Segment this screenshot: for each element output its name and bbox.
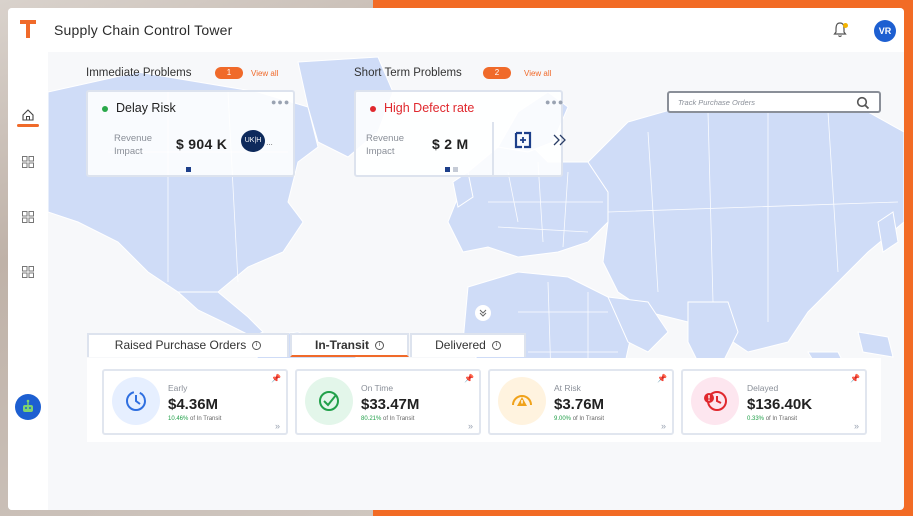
bot-icon <box>23 399 33 412</box>
more-chevron-icon[interactable]: » <box>854 421 859 431</box>
home-icon[interactable] <box>21 108 35 122</box>
kpi-subtext: 0.33% of In Transit <box>747 416 798 422</box>
card-divider <box>492 122 494 176</box>
kpi-icon-circle <box>305 377 353 425</box>
kpi-label: On Time <box>361 383 394 393</box>
app-title: Supply Chain Control Tower <box>54 22 233 38</box>
notification-dot <box>843 23 848 28</box>
kpi-card-at-risk[interactable]: At Risk $3.76M 9.00% of In Transit 📌 » <box>488 369 674 435</box>
tab-delivered[interactable]: Delivered i <box>410 333 526 357</box>
info-icon[interactable]: i <box>252 341 262 351</box>
more-chevron-icon[interactable]: » <box>661 421 666 431</box>
nav-active-indicator <box>17 124 39 127</box>
kpi-card-delayed[interactable]: Delayed $136.40K 0.33% of In Transit 📌 » <box>681 369 867 435</box>
clock-icon <box>126 391 146 411</box>
kpi-value: $136.40K <box>747 396 813 413</box>
assistant-bot-button[interactable] <box>15 394 41 420</box>
pin-icon[interactable]: 📌 <box>464 374 474 383</box>
pin-icon[interactable]: 📌 <box>657 374 667 383</box>
kpi-value: $4.36M <box>168 396 219 413</box>
pager-dot-active[interactable] <box>186 167 191 172</box>
ellipsis-text: … <box>266 140 273 147</box>
double-chevron-right-icon[interactable] <box>552 134 568 146</box>
pin-icon[interactable]: 📌 <box>271 374 281 383</box>
grid-icon[interactable] <box>21 155 35 169</box>
collapse-toggle[interactable] <box>475 305 491 321</box>
kpi-value: $33.47M <box>361 396 420 413</box>
more-chevron-icon[interactable]: » <box>275 421 280 431</box>
card-menu-icon[interactable]: ●●● <box>271 97 290 107</box>
info-icon[interactable]: i <box>491 341 501 351</box>
immediate-problems-title: Immediate Problems <box>86 67 192 79</box>
kpi-label: Early <box>168 383 188 393</box>
status-dot <box>370 106 376 112</box>
top-bar: Supply Chain Control Tower VR <box>8 8 904 52</box>
tab-raised-purchase-orders[interactable]: Raised Purchase Orders i <box>87 333 289 357</box>
kpi-subtext: 9.00% of In Transit <box>554 416 605 422</box>
pager-dot-active[interactable] <box>445 167 450 172</box>
revenue-amount: $ 904 K <box>176 136 228 152</box>
supplier-logo: UK|H <box>241 130 265 152</box>
immediate-count-badge: 1 <box>215 67 243 79</box>
supplier-logo-icon <box>514 131 532 149</box>
app-logo-icon[interactable] <box>20 18 36 40</box>
alert-clock-icon <box>704 391 727 411</box>
high-defect-rate-card[interactable]: High Defect rate ●●● Revenue Impact $ 2 M <box>354 90 566 177</box>
immediate-view-all-link[interactable]: View all <box>251 69 278 78</box>
kpi-label: At Risk <box>554 383 581 393</box>
kpi-card-on-time[interactable]: On Time $33.47M 80.21% of In Transit 📌 » <box>295 369 481 435</box>
info-icon[interactable]: i <box>375 341 384 351</box>
tab-in-transit[interactable]: In-Transit i <box>290 333 409 357</box>
search-icon[interactable] <box>856 96 870 110</box>
short-term-problems-title: Short Term Problems <box>354 67 462 79</box>
card-title: Delay Risk <box>116 101 176 115</box>
search-input[interactable]: Track Purchase Orders <box>678 98 755 107</box>
delay-risk-card[interactable]: Delay Risk ●●● Revenue Impact $ 904 K UK|… <box>86 90 295 177</box>
revenue-impact-label: Revenue Impact <box>114 133 153 157</box>
kpi-icon-circle <box>691 377 739 425</box>
kpi-card-early[interactable]: Early $4.36M 10.46% of In Transit 📌 » <box>102 369 288 435</box>
app-window: Supply Chain Control Tower VR Immediate … <box>8 8 904 510</box>
more-chevron-icon[interactable]: » <box>468 421 473 431</box>
revenue-impact-label: Revenue Impact <box>366 133 405 157</box>
short-term-count-badge: 2 <box>483 67 511 79</box>
pager-dot[interactable] <box>453 167 458 172</box>
sidebar <box>8 52 48 510</box>
status-dot <box>102 106 108 112</box>
card-menu-icon[interactable]: ●●● <box>545 97 564 107</box>
grid-icon[interactable] <box>21 265 35 279</box>
revenue-amount: $ 2 M <box>432 136 469 152</box>
check-clock-icon <box>319 391 339 411</box>
kpi-icon-circle <box>498 377 546 425</box>
pin-icon[interactable]: 📌 <box>850 374 860 383</box>
kpi-subtext: 10.46% of In Transit <box>168 416 222 422</box>
grid-icon[interactable] <box>21 210 35 224</box>
kpi-label: Delayed <box>747 383 779 393</box>
user-avatar[interactable]: VR <box>874 20 896 42</box>
warning-gauge-icon <box>512 395 532 406</box>
card-title: High Defect rate <box>384 101 475 115</box>
kpi-icon-circle <box>112 377 160 425</box>
track-purchase-orders-search[interactable]: Track Purchase Orders <box>667 91 881 113</box>
kpi-value: $3.76M <box>554 396 605 413</box>
short-term-view-all-link[interactable]: View all <box>524 69 551 78</box>
kpi-subtext: 80.21% of In Transit <box>361 416 415 422</box>
double-chevron-down-icon <box>479 309 487 317</box>
